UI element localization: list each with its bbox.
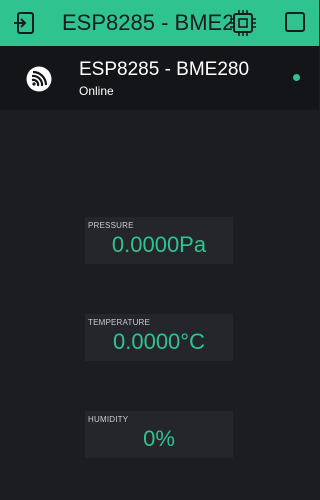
device-header: ESP8285 - BME280 Online: [0, 46, 319, 110]
widget-value: 0.0000°C: [113, 329, 205, 354]
back-arrow-icon[interactable]: [12, 11, 36, 35]
widget-label: TEMPERATURE: [88, 318, 151, 327]
app-title: ESP8285 - BME280: [62, 10, 232, 35]
device-name: ESP8285 - BME280: [79, 59, 250, 80]
top-app-bar: ESP8285 - BME280: [0, 0, 319, 46]
temperature-widget[interactable]: TEMPERATURE 0.0000°C: [85, 314, 233, 361]
online-status-dot: [293, 74, 300, 81]
espressif-logo-icon: [26, 66, 52, 92]
device-status: Online: [79, 84, 114, 98]
widget-label: HUMIDITY: [88, 415, 129, 424]
square-icon[interactable]: [284, 11, 306, 33]
chip-icon[interactable]: [229, 9, 257, 37]
pressure-widget[interactable]: PRESSURE 0.0000Pa: [85, 217, 233, 264]
widget-value: 0%: [143, 426, 175, 451]
widget-label: PRESSURE: [88, 221, 134, 230]
humidity-widget[interactable]: HUMIDITY 0%: [85, 411, 233, 458]
widget-value: 0.0000Pa: [111, 232, 207, 257]
